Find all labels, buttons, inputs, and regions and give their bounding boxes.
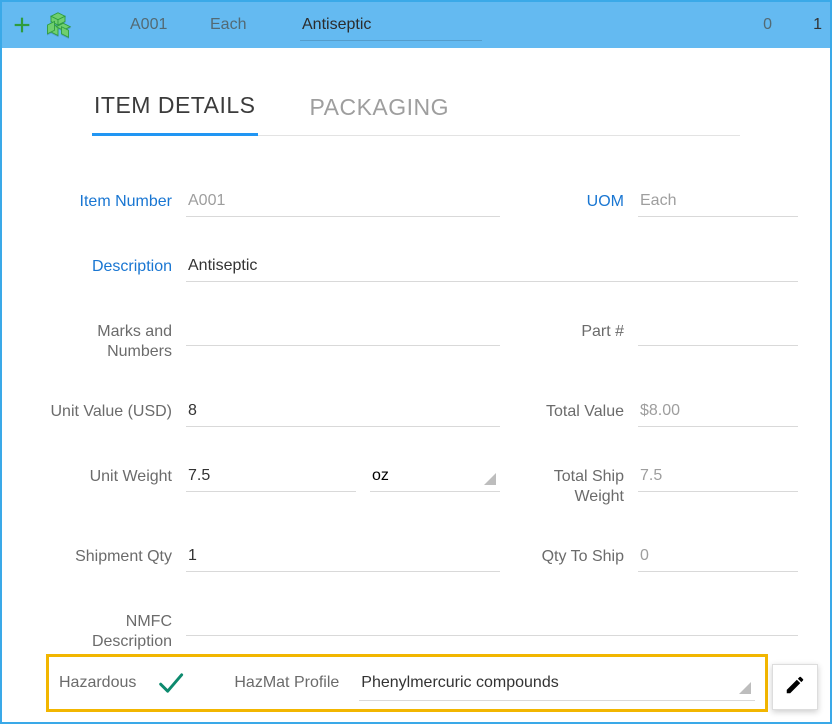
- chevron-down-icon: [484, 473, 496, 485]
- header-qty-b: 1: [782, 16, 822, 34]
- tabs: ITEM DETAILS PACKAGING: [92, 92, 740, 136]
- label-hazmat-profile: HazMat Profile: [234, 674, 339, 692]
- header-description[interactable]: Antiseptic: [300, 10, 482, 41]
- hazardous-checkbox[interactable]: [156, 669, 184, 697]
- label-nmfc: NMFC Description: [42, 606, 172, 652]
- label-marks: Marks and Numbers: [42, 316, 172, 362]
- pencil-icon: [784, 674, 806, 701]
- tab-item-details[interactable]: ITEM DETAILS: [92, 92, 258, 136]
- header-qty-a: 0: [672, 16, 772, 34]
- chevron-down-icon: [739, 682, 751, 694]
- header-uom: Each: [210, 16, 290, 34]
- plus-icon[interactable]: [10, 13, 34, 37]
- package-group-icon[interactable]: [44, 11, 72, 39]
- field-description[interactable]: Antiseptic: [186, 251, 798, 282]
- label-item-number[interactable]: Item Number: [42, 186, 172, 212]
- field-total-ship-weight: 7.5: [638, 461, 798, 492]
- select-hazmat-profile-value: Phenylmercuric compounds: [361, 674, 558, 691]
- label-total-ship-weight: Total Ship Weight: [514, 461, 624, 507]
- tab-packaging[interactable]: PACKAGING: [308, 94, 452, 135]
- app-frame: A001 Each Antiseptic 0 1 ITEM DETAILS PA…: [0, 0, 832, 724]
- header-item-code: A001: [130, 16, 200, 34]
- label-unit-value: Unit Value (USD): [42, 396, 172, 422]
- label-hazardous: Hazardous: [59, 674, 136, 692]
- hazardous-highlight-row: Hazardous HazMat Profile Phenylmercuric …: [46, 654, 768, 712]
- field-uom[interactable]: Each: [638, 186, 798, 217]
- field-unit-value[interactable]: 8: [186, 396, 500, 427]
- field-nmfc[interactable]: [186, 606, 798, 636]
- select-hazmat-profile[interactable]: Phenylmercuric compounds: [359, 666, 755, 701]
- item-row-header: A001 Each Antiseptic 0 1: [2, 2, 830, 48]
- label-uom[interactable]: UOM: [514, 186, 624, 212]
- label-description[interactable]: Description: [42, 251, 172, 277]
- field-item-number[interactable]: A001: [186, 186, 500, 217]
- edit-button[interactable]: [772, 664, 818, 710]
- label-qty-to-ship: Qty To Ship: [514, 541, 624, 567]
- field-shipment-qty[interactable]: 1: [186, 541, 500, 572]
- field-part[interactable]: [638, 316, 798, 346]
- item-details-form: Item Number A001 UOM Each Description An…: [42, 186, 790, 652]
- field-total-value: $8.00: [638, 396, 798, 427]
- label-part: Part #: [514, 316, 624, 342]
- field-unit-weight[interactable]: 7.5: [186, 461, 356, 492]
- select-weight-unit-value: oz: [372, 467, 389, 484]
- label-unit-weight: Unit Weight: [42, 461, 172, 487]
- field-marks[interactable]: [186, 316, 500, 346]
- select-weight-unit[interactable]: oz: [370, 461, 500, 492]
- label-shipment-qty: Shipment Qty: [42, 541, 172, 567]
- label-total-value: Total Value: [514, 396, 624, 422]
- field-qty-to-ship[interactable]: 0: [638, 541, 798, 572]
